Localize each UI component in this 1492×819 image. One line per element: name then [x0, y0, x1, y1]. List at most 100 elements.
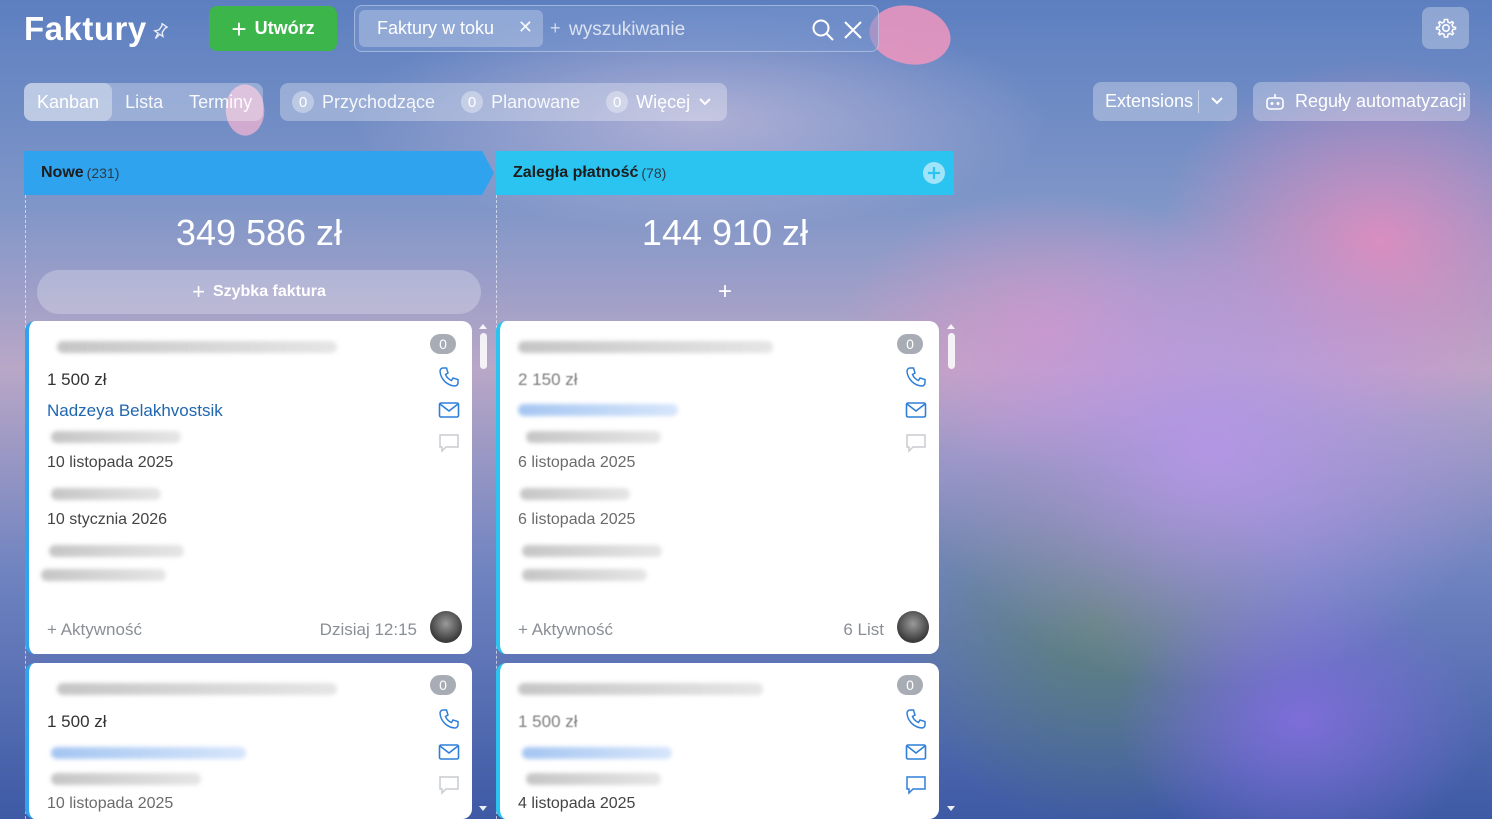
- quick-add-button[interactable]: +: [496, 270, 954, 314]
- redacted-text: [526, 773, 661, 785]
- quick-invoice-button[interactable]: + Szybka faktura: [37, 270, 481, 314]
- tab-terminy[interactable]: Terminy: [176, 83, 265, 121]
- extensions-button[interactable]: Extensions: [1093, 82, 1237, 121]
- invoice-title-redacted: [57, 341, 337, 353]
- invoice-title-redacted: [518, 683, 763, 695]
- invoice-card[interactable]: 0 1 500 zł Nadzeya Belakhvostsik 10 list…: [25, 321, 472, 654]
- add-activity-button[interactable]: + Aktywność: [518, 620, 613, 640]
- counter-badge: 0: [606, 91, 629, 113]
- chat-icon[interactable]: [905, 774, 927, 796]
- counter-more[interactable]: 0 Więcej: [606, 91, 712, 113]
- add-column-icon[interactable]: [922, 161, 946, 185]
- column-count: (231): [86, 165, 120, 181]
- comments-badge: 0: [897, 675, 923, 695]
- quick-invoice-label: Szybka faktura: [212, 283, 326, 300]
- tab-lista[interactable]: Lista: [112, 83, 176, 121]
- chat-icon[interactable]: [438, 774, 460, 796]
- chevron-down-icon[interactable]: [1209, 92, 1225, 110]
- invoice-date: 6 listopada 2025: [518, 454, 636, 471]
- page-header: Faktury + Utwórz Faktury w toku ✕ +: [0, 0, 1492, 70]
- remove-filter-icon[interactable]: ✕: [518, 17, 533, 38]
- redacted-text: [522, 545, 662, 557]
- extensions-label: Extensions: [1105, 91, 1194, 111]
- phone-icon[interactable]: [905, 366, 927, 388]
- page-title: Faktury: [24, 10, 147, 47]
- due-date: 10 stycznia 2026: [47, 511, 168, 528]
- chevron-down-icon: [699, 98, 711, 106]
- create-button[interactable]: + Utwórz: [209, 6, 337, 51]
- counter-label: Więcej: [636, 91, 691, 112]
- redacted-text: [520, 488, 630, 500]
- redacted-text: [51, 431, 181, 443]
- counter-incoming[interactable]: 0 Przychodzące: [292, 91, 435, 113]
- column-count: (78): [641, 165, 667, 181]
- divider: [1198, 90, 1199, 113]
- plus-icon: +: [231, 13, 247, 44]
- chat-icon[interactable]: [905, 432, 927, 454]
- invoice-card[interactable]: 0 1 500 zł 10 listopada 2025: [25, 663, 472, 819]
- plus-icon: +: [192, 279, 205, 304]
- counter-planned[interactable]: 0 Planowane: [461, 91, 580, 113]
- filter-chip-label: Faktury w toku: [377, 18, 495, 38]
- gear-icon: [1435, 18, 1456, 38]
- comments-badge: 0: [897, 334, 923, 354]
- scrollbar-thumb[interactable]: [948, 333, 955, 369]
- column-header[interactable]: Nowe (231): [24, 151, 494, 195]
- counter-badge: 0: [292, 91, 314, 113]
- mail-icon[interactable]: [438, 399, 460, 421]
- search-input[interactable]: [569, 16, 809, 44]
- scroll-up-arrow[interactable]: [947, 324, 955, 329]
- automation-rules-label: Reguły automatyzacji: [1295, 91, 1467, 111]
- search-icon[interactable]: [811, 18, 835, 42]
- column-sum: 349 586 zł: [175, 212, 343, 253]
- view-tabs: Kanban Lista Terminy: [24, 83, 263, 121]
- column-sum: 144 910 zł: [641, 212, 809, 253]
- search-box[interactable]: Faktury w toku ✕ +: [354, 5, 879, 52]
- mail-icon[interactable]: [905, 741, 927, 763]
- invoice-card[interactable]: 0 2 150 zł 6 listopada 2025 6 listopada …: [496, 321, 939, 654]
- avatar[interactable]: [430, 611, 462, 643]
- filter-chip[interactable]: Faktury w toku ✕: [359, 10, 543, 47]
- redacted-text: [522, 569, 647, 581]
- tab-kanban[interactable]: Kanban: [24, 83, 113, 121]
- redacted-text: [51, 488, 161, 500]
- pin-icon[interactable]: [150, 22, 170, 42]
- automation-rules-button[interactable]: Reguły automatyzacji: [1253, 82, 1470, 121]
- invoice-amount: 1 500 zł: [47, 370, 107, 389]
- phone-icon[interactable]: [438, 708, 460, 730]
- mail-icon[interactable]: [438, 741, 460, 763]
- settings-button[interactable]: [1422, 7, 1469, 49]
- scroll-up-arrow[interactable]: [479, 324, 487, 329]
- scroll-down-arrow[interactable]: [947, 806, 955, 811]
- add-activity-button[interactable]: + Aktywność: [47, 620, 142, 640]
- invoice-amount: 1 500 zł: [47, 712, 107, 731]
- scrollbar-thumb[interactable]: [480, 333, 487, 369]
- comments-badge: 0: [430, 334, 456, 354]
- column-new: Nowe (231) 349 586 zł + Szybka faktura: [24, 151, 494, 314]
- column-title: Zaległa płatność: [513, 164, 639, 181]
- mail-icon[interactable]: [905, 399, 927, 421]
- column-header[interactable]: Zaległa płatność (78): [496, 151, 954, 195]
- robot-icon: [1266, 93, 1284, 110]
- last-activity-time: 6 List: [843, 620, 884, 639]
- comments-badge: 0: [430, 675, 456, 695]
- invoice-card[interactable]: 0 1 500 zł 4 listopada 2025: [496, 663, 939, 819]
- counter-label: Przychodzące: [322, 91, 436, 112]
- invoice-title-redacted: [518, 341, 773, 353]
- contact-redacted: [522, 747, 672, 759]
- chat-icon[interactable]: [438, 432, 460, 454]
- phone-icon[interactable]: [905, 708, 927, 730]
- contact-redacted: [51, 747, 246, 759]
- redacted-text: [49, 545, 184, 557]
- counter-badge: 0: [461, 91, 484, 113]
- clear-search-icon[interactable]: [841, 18, 865, 42]
- contact-link[interactable]: Nadzeya Belakhvostsik: [47, 401, 223, 421]
- add-filter-icon: +: [550, 18, 561, 38]
- activity-counters: 0 Przychodzące 0 Planowane 0 Więcej: [280, 83, 727, 121]
- scroll-down-arrow[interactable]: [479, 806, 487, 811]
- invoice-date: 10 listopada 2025: [47, 795, 174, 812]
- phone-icon[interactable]: [438, 366, 460, 388]
- redacted-text: [526, 431, 661, 443]
- avatar[interactable]: [897, 611, 929, 643]
- last-activity-time: Dzisiaj 12:15: [319, 620, 417, 639]
